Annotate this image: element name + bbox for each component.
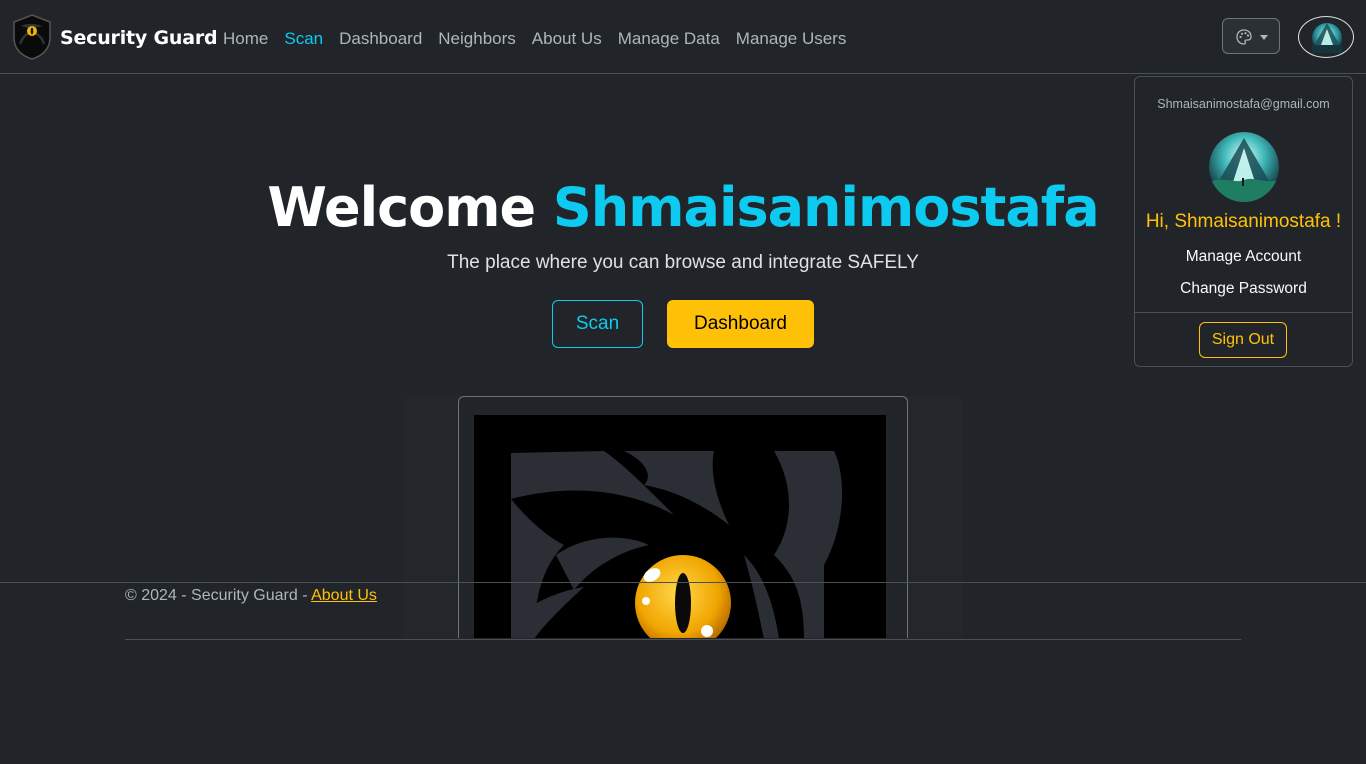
hero-username: Shmaisanimostafa	[552, 176, 1100, 239]
nav-dashboard[interactable]: Dashboard	[339, 29, 422, 49]
palette-icon	[1236, 29, 1252, 45]
nav-manage-data[interactable]: Manage Data	[618, 29, 720, 49]
footer-about-link[interactable]: About Us	[311, 587, 377, 604]
footer-border	[0, 582, 1366, 583]
user-avatar-button[interactable]	[1298, 16, 1354, 58]
dropdown-divider	[1135, 312, 1352, 313]
change-password-link[interactable]: Change Password	[1135, 280, 1352, 298]
dashboard-button[interactable]: Dashboard	[667, 300, 814, 348]
security-guard-eye-logo	[474, 415, 886, 638]
brand-name[interactable]: Security Guard	[60, 27, 218, 49]
caret-down-icon	[1260, 35, 1268, 40]
security-guard-logo-icon[interactable]	[12, 14, 52, 60]
theme-toggle-button[interactable]	[1222, 18, 1280, 54]
hero-image-card	[458, 396, 908, 638]
footer: © 2024 - Security Guard - About Us	[125, 587, 377, 605]
nav-links: Home Scan Dashboard Neighbors About Us M…	[223, 29, 862, 49]
welcome-text: Welcome	[267, 176, 536, 239]
nav-about-us[interactable]: About Us	[532, 29, 602, 49]
nav-scan[interactable]: Scan	[284, 29, 323, 49]
nav-neighbors[interactable]: Neighbors	[438, 29, 516, 49]
hero-subtitle: The place where you can browse and integ…	[447, 252, 919, 273]
sign-out-button[interactable]: Sign Out	[1199, 322, 1287, 358]
avatar	[1312, 23, 1342, 53]
nav-home[interactable]: Home	[223, 29, 268, 49]
nav-manage-users[interactable]: Manage Users	[736, 29, 847, 49]
navbar: Security Guard Home Scan Dashboard Neigh…	[0, 0, 1366, 74]
footer-divider	[125, 639, 1241, 640]
hero-title: Welcome Shmaisanimostafa	[0, 176, 1366, 239]
user-email: Shmaisanimostafa@gmail.com	[1157, 97, 1330, 111]
scan-button[interactable]: Scan	[552, 300, 643, 348]
footer-copyright: © 2024 - Security Guard -	[125, 587, 312, 604]
